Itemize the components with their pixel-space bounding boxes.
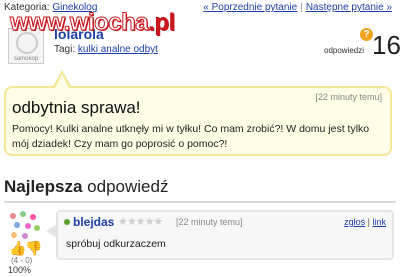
answer-body: spróbuj odkurzaczem (66, 238, 166, 250)
avatar-dot (11, 232, 17, 238)
watermark-logo: www.wiocha.pl (9, 9, 175, 37)
watermark-suffix: .pl (148, 9, 175, 36)
avatar-dot (20, 211, 26, 217)
question-title: odbytnia sprawa! (12, 98, 141, 117)
question-bubble-tail-fill (55, 74, 69, 88)
best-heading-rest: odpowiedź (82, 177, 169, 196)
watermark-text: www.wiocha (9, 9, 149, 37)
avatar-dot (34, 225, 40, 231)
answers-count: 16 (372, 30, 400, 60)
answer-bubble: blejdas ★★★★★ [22 minuty temu] zgłoś | l… (56, 210, 394, 260)
online-status-icon (64, 219, 70, 225)
question-body: Pomocy! Kulki analne utknęły mi w tyłku!… (12, 123, 370, 150)
thumb-down-icon[interactable]: 👎 (25, 240, 42, 257)
question-navigation: « Poprzednie pytanie | Następne pytanie » (203, 2, 392, 13)
vote-count: (4 - 0) (11, 256, 33, 265)
answerer-username[interactable]: blejdas (73, 215, 114, 229)
answers-counter: ? odpowiedzi 16 (324, 28, 400, 64)
answers-label: odpowiedzi (324, 46, 365, 55)
avatar-caption: samokop (13, 56, 39, 62)
rating-stars-icon[interactable]: ★★★★★ (118, 215, 163, 228)
permalink-link[interactable]: link (372, 217, 386, 227)
avatar-dot (10, 213, 16, 219)
prev-question-link[interactable]: « Poprzednie pytanie (203, 2, 297, 13)
question-bubble: [22 minuty temu] odbytnia sprawa! Pomocy… (4, 86, 392, 156)
next-question-link[interactable]: Następne pytanie » (306, 2, 392, 13)
tags-label: Tagi: (54, 44, 76, 55)
answer-actions: zgłoś | link (344, 217, 386, 227)
answerer-avatar[interactable] (8, 210, 42, 240)
best-heading-bold: Najlepsza (4, 177, 83, 196)
nav-separator: | (300, 2, 303, 13)
avatar-dot (14, 222, 20, 228)
best-answer-heading: Najlepsza odpowiedź (4, 177, 168, 197)
answer-time: [22 minuty temu] (176, 217, 243, 227)
heading-divider (4, 201, 396, 203)
vote-percent: 100% (8, 265, 32, 275)
avatar-dot (22, 233, 28, 239)
report-link[interactable]: zgłoś (344, 217, 365, 227)
question-tags: Tagi: kulki analne odbyt (54, 44, 158, 55)
question-time: [22 minuty temu] (315, 92, 382, 102)
avatar-dot (25, 223, 31, 229)
avatar-dot (30, 214, 36, 220)
tags-link[interactable]: kulki analne odbyt (78, 44, 158, 55)
thumb-up-icon[interactable]: 👍 (9, 240, 26, 257)
